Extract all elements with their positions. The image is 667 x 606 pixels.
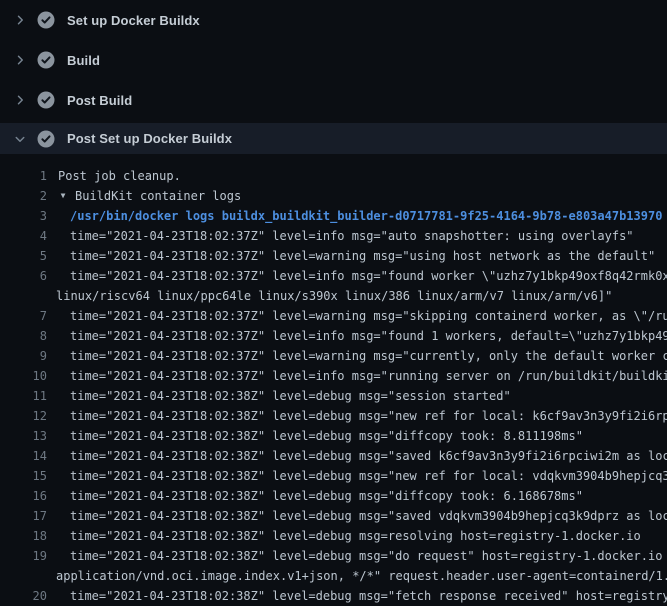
log-line-number[interactable]: 5 xyxy=(0,246,47,266)
log-line: 8 time="2021-04-23T18:02:37Z" level=info… xyxy=(0,326,667,346)
log-group-header[interactable]: 2 ▼ BuildKit container logs xyxy=(0,186,667,206)
check-circle-icon xyxy=(37,130,55,148)
log-line: 6 time="2021-04-23T18:02:37Z" level=info… xyxy=(0,266,667,286)
log-line: 12 time="2021-04-23T18:02:38Z" level=deb… xyxy=(0,406,667,426)
log-line-text: time="2021-04-23T18:02:37Z" level=info m… xyxy=(70,366,667,386)
log-line-number[interactable]: 4 xyxy=(0,226,47,246)
log-line: 20 time="2021-04-23T18:02:38Z" level=deb… xyxy=(0,586,667,606)
log-line-text: time="2021-04-23T18:02:38Z" level=debug … xyxy=(70,446,667,466)
log-line: 19 time="2021-04-23T18:02:38Z" level=deb… xyxy=(0,546,667,566)
log-line-text: time="2021-04-23T18:02:37Z" level=info m… xyxy=(70,326,667,346)
step-row-build[interactable]: Build xyxy=(0,40,667,80)
log-line: 7 time="2021-04-23T18:02:37Z" level=warn… xyxy=(0,306,667,326)
log-line: 16 time="2021-04-23T18:02:38Z" level=deb… xyxy=(0,486,667,506)
log-line-number[interactable]: 9 xyxy=(0,346,47,366)
log-line-text: application/vnd.oci.image.index.v1+json,… xyxy=(56,566,667,586)
log-line-number[interactable]: 20 xyxy=(0,586,47,606)
log-line-text: time="2021-04-23T18:02:38Z" level=debug … xyxy=(70,586,667,606)
log-line: 18 time="2021-04-23T18:02:38Z" level=deb… xyxy=(0,526,667,546)
actions-log-viewer: { "theme": { "page_bg": "#0b0e13", "expa… xyxy=(0,0,667,600)
log-line: 14 time="2021-04-23T18:02:38Z" level=deb… xyxy=(0,446,667,466)
log-line-text: time="2021-04-23T18:02:38Z" level=debug … xyxy=(70,546,667,566)
step-row-setup-docker-buildx[interactable]: Set up Docker Buildx xyxy=(0,0,667,40)
log-line-number[interactable]: 16 xyxy=(0,486,47,506)
log-line: 11 time="2021-04-23T18:02:38Z" level=deb… xyxy=(0,386,667,406)
log-line-number[interactable]: 11 xyxy=(0,386,47,406)
log-line-number[interactable]: 7 xyxy=(0,306,47,326)
log-line-number[interactable]: 18 xyxy=(0,526,47,546)
log-line-number[interactable]: 19 xyxy=(0,546,47,566)
log-line-text: time="2021-04-23T18:02:38Z" level=debug … xyxy=(70,466,667,486)
log-line-text: time="2021-04-23T18:02:38Z" level=debug … xyxy=(70,506,667,526)
log-line-number xyxy=(0,566,47,586)
log-line: 5 time="2021-04-23T18:02:37Z" level=warn… xyxy=(0,246,667,266)
log-line-number xyxy=(0,286,47,306)
log-line-number[interactable]: 6 xyxy=(0,266,47,286)
log-line-text: time="2021-04-23T18:02:37Z" level=info m… xyxy=(70,266,667,286)
chevron-right-icon xyxy=(12,92,28,108)
chevron-right-icon xyxy=(12,12,28,28)
step-label: Set up Docker Buildx xyxy=(67,13,200,28)
check-circle-icon xyxy=(37,91,55,109)
log-line: 15 time="2021-04-23T18:02:38Z" level=deb… xyxy=(0,466,667,486)
log-line-text: time="2021-04-23T18:02:37Z" level=warnin… xyxy=(70,246,655,266)
log-line-text: time="2021-04-23T18:02:37Z" level=warnin… xyxy=(70,306,667,326)
step-row-post-build[interactable]: Post Build xyxy=(0,80,667,120)
log-area: 1 Post job cleanup. 2 ▼ BuildKit containe… xyxy=(0,154,667,606)
log-line-text: time="2021-04-23T18:02:38Z" level=debug … xyxy=(70,386,511,406)
log-line: 10 time="2021-04-23T18:02:37Z" level=inf… xyxy=(0,366,667,386)
log-line-text: BuildKit container logs xyxy=(75,186,241,206)
log-line-number[interactable]: 10 xyxy=(0,366,47,386)
log-command-line: 3 /usr/bin/docker logs buildx_buildkit_b… xyxy=(0,206,667,226)
step-label: Post Build xyxy=(67,93,132,108)
step-label: Build xyxy=(67,53,100,68)
log-line-number[interactable]: 2 xyxy=(0,186,47,206)
log-line: 1 Post job cleanup. xyxy=(0,166,667,186)
log-line-text: time="2021-04-23T18:02:38Z" level=debug … xyxy=(70,426,583,446)
log-line-text: time="2021-04-23T18:02:37Z" level=warnin… xyxy=(70,346,667,366)
log-line: 9 time="2021-04-23T18:02:37Z" level=warn… xyxy=(0,346,667,366)
check-circle-icon xyxy=(37,11,55,29)
log-line-text: time="2021-04-23T18:02:37Z" level=info m… xyxy=(70,226,634,246)
chevron-right-icon xyxy=(12,52,28,68)
log-line: application/vnd.oci.image.index.v1+json,… xyxy=(0,566,667,586)
log-line: 4 time="2021-04-23T18:02:37Z" level=info… xyxy=(0,226,667,246)
log-line-text: Post job cleanup. xyxy=(58,166,181,186)
log-rows: 1 Post job cleanup. 2 ▼ BuildKit containe… xyxy=(0,166,667,606)
chevron-down-icon xyxy=(12,131,28,147)
log-line-text: time="2021-04-23T18:02:38Z" level=debug … xyxy=(70,526,641,546)
log-line-number[interactable]: 15 xyxy=(0,466,47,486)
check-circle-icon xyxy=(37,51,55,69)
log-line-number[interactable]: 8 xyxy=(0,326,47,346)
step-row-post-setup-docker-buildx[interactable]: Post Set up Docker Buildx xyxy=(0,123,667,154)
log-line-number[interactable]: 17 xyxy=(0,506,47,526)
log-line: 17 time="2021-04-23T18:02:38Z" level=deb… xyxy=(0,506,667,526)
log-line-text: time="2021-04-23T18:02:38Z" level=debug … xyxy=(70,406,667,426)
log-line-number[interactable]: 1 xyxy=(0,166,47,186)
log-line-number[interactable]: 12 xyxy=(0,406,47,426)
log-line: 13 time="2021-04-23T18:02:38Z" level=deb… xyxy=(0,426,667,446)
log-line-text: time="2021-04-23T18:02:38Z" level=debug … xyxy=(70,486,583,506)
log-line-text: linux/riscv64 linux/ppc64le linux/s390x … xyxy=(56,286,612,306)
log-line-number[interactable]: 3 xyxy=(0,206,47,226)
log-line-number[interactable]: 14 xyxy=(0,446,47,466)
step-label: Post Set up Docker Buildx xyxy=(67,131,232,146)
log-line-number[interactable]: 13 xyxy=(0,426,47,446)
triangle-down-icon[interactable]: ▼ xyxy=(58,186,68,206)
log-line: linux/riscv64 linux/ppc64le linux/s390x … xyxy=(0,286,667,306)
log-line-text: /usr/bin/docker logs buildx_buildkit_bui… xyxy=(70,206,662,226)
